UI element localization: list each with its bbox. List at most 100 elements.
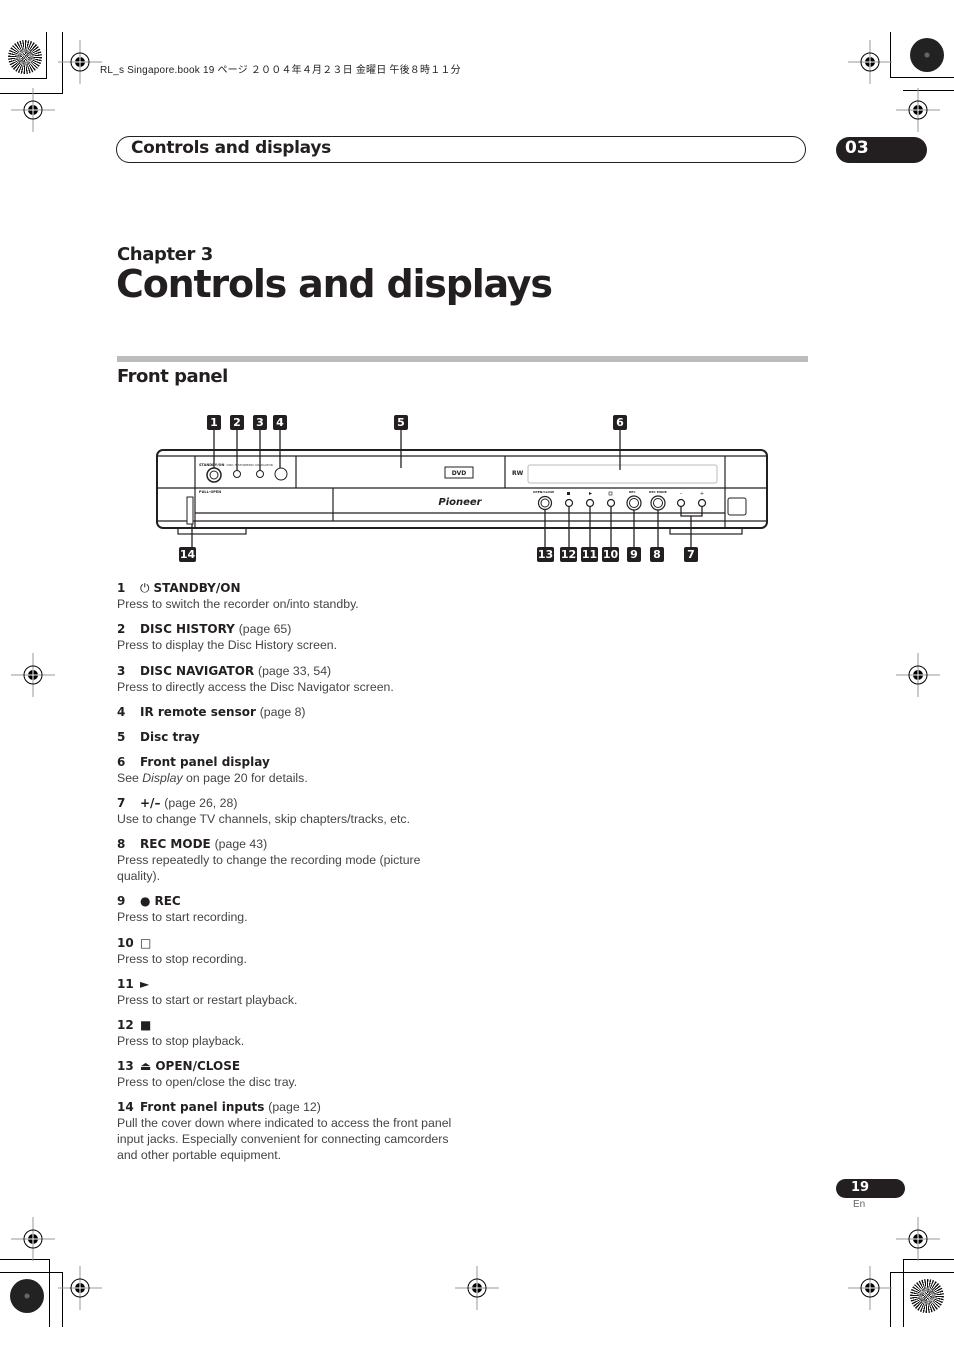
- registration-crosshair-icon: [848, 40, 892, 84]
- registration-crosshair-icon: [896, 653, 940, 697]
- item-name: REC: [154, 894, 181, 908]
- control-item: 8 REC MODE (page 43) Press repeatedly to …: [117, 836, 477, 884]
- item-number: 11: [117, 977, 134, 991]
- item-description: Pull the cover down where indicated to a…: [117, 1116, 452, 1162]
- item-number: 12: [117, 1018, 134, 1032]
- plus-button[interactable]: [697, 498, 707, 508]
- callout-10: 10: [602, 547, 619, 562]
- registration-crosshair-icon: [896, 88, 940, 132]
- callout-9: 9: [627, 547, 641, 562]
- item-description: Press to directly access the Disc Naviga…: [117, 680, 394, 694]
- control-item: 13 ⏏ OPEN/CLOSE Press to open/close the di…: [117, 1058, 477, 1090]
- item-number: 4: [117, 705, 126, 719]
- standby-label: STANDBY/ON: [199, 463, 224, 467]
- play-button[interactable]: [585, 498, 595, 508]
- item-name: DISC NAVIGATOR: [140, 664, 255, 678]
- control-item: 10 □ Press to stop recording.: [117, 935, 477, 967]
- registration-starburst-icon: [10, 1279, 44, 1313]
- page-number: 19: [851, 1180, 870, 1195]
- stop-record-icon: [608, 491, 613, 496]
- item-number: 7: [117, 796, 126, 810]
- item-number: 3: [117, 664, 126, 678]
- item-name: REC MODE: [140, 837, 211, 851]
- item-page-ref: (page 26, 28): [164, 796, 238, 810]
- control-item: 9 ● REC Press to start recording.: [117, 893, 477, 925]
- crop-mark: [890, 1272, 954, 1273]
- section-divider: [117, 356, 808, 362]
- registration-crosshair-icon: [58, 1266, 102, 1310]
- callout-1: 1: [207, 415, 221, 430]
- registration-crosshair-icon: [11, 653, 55, 697]
- stop-icon: ■: [140, 1018, 152, 1032]
- crop-mark: [0, 1272, 62, 1273]
- rw-logo-text: RW: [512, 470, 524, 477]
- item-number: 10: [117, 936, 134, 950]
- minus-button[interactable]: [676, 498, 686, 508]
- rec-label: REC: [629, 490, 636, 494]
- callout-14: 14: [179, 547, 196, 562]
- stop-record-icon: □: [140, 936, 152, 950]
- item-page-ref: (page 8): [259, 705, 306, 719]
- record-icon: ●: [140, 894, 151, 908]
- stop-icon: [567, 492, 570, 495]
- front-panel-diagram: DVD RW Pioneer STANDBY/ON DISC HISTORY D…: [150, 410, 780, 570]
- callout-11: 11: [581, 547, 598, 562]
- page-number-tab: 19: [836, 1179, 905, 1198]
- ir-sensor: [274, 467, 288, 481]
- callout-2: 2: [230, 415, 244, 430]
- disc-navigator-button[interactable]: [256, 470, 264, 478]
- control-item: 11 ► Press to start or restart playback.: [117, 976, 477, 1008]
- callout-5: 5: [394, 415, 408, 430]
- rec-mode-label: REC MODE: [649, 490, 667, 494]
- item-number: 8: [117, 837, 126, 851]
- item-number: 5: [117, 730, 126, 744]
- registration-crosshair-icon: [848, 1266, 892, 1310]
- control-item: 2 DISC HISTORY (page 65) Press to display…: [117, 621, 477, 653]
- control-item: 7 +/– (page 26, 28) Use to change TV chan…: [117, 795, 477, 827]
- chapter-number: 03: [845, 138, 869, 158]
- control-item: 14 Front panel inputs (page 12) Pull the …: [117, 1099, 477, 1163]
- open-close-label: OPEN/CLOSE: [533, 490, 554, 494]
- crop-mark: [46, 32, 47, 79]
- cross-reference: Display: [142, 771, 183, 785]
- crop-mark: [49, 1259, 50, 1327]
- registration-crosshair-icon: [896, 1217, 940, 1261]
- crop-mark: [0, 78, 46, 79]
- item-page-ref: (page 65): [238, 622, 292, 636]
- item-name: STANDBY/ON: [153, 581, 241, 595]
- chapter-title: Controls and displays: [116, 262, 553, 306]
- callout-12: 12: [560, 547, 577, 562]
- item-name: OPEN/CLOSE: [155, 1059, 241, 1073]
- item-name: IR remote sensor: [140, 705, 256, 719]
- item-description: Press to stop recording.: [117, 952, 247, 966]
- chapter-number-tab: 03: [836, 137, 927, 163]
- crop-mark: [890, 77, 954, 78]
- item-page-ref: (page 33, 54): [257, 664, 332, 678]
- callout-13: 13: [537, 547, 554, 562]
- stop-recording-button[interactable]: [606, 498, 616, 508]
- device-body: [156, 449, 768, 529]
- callout-4: 4: [273, 415, 287, 430]
- registration-starburst-icon: [910, 1279, 944, 1313]
- disc-history-button[interactable]: [233, 470, 241, 478]
- brand-logo: Pioneer: [438, 497, 482, 508]
- item-description: Press to switch the recorder on/into sta…: [117, 597, 359, 611]
- registration-starburst-icon: [8, 40, 42, 74]
- item-name: Front panel display: [140, 755, 270, 769]
- power-icon: ⏻: [140, 581, 150, 595]
- item-description: Press to start recording.: [117, 910, 248, 924]
- registration-crosshair-icon: [11, 1217, 55, 1261]
- item-description: Press to stop playback.: [117, 1034, 245, 1048]
- display-window: [527, 464, 718, 484]
- running-header: Controls and displays: [116, 136, 806, 163]
- item-name: DISC HISTORY: [140, 622, 235, 636]
- callout-8: 8: [650, 547, 664, 562]
- item-name: Disc tray: [140, 730, 200, 744]
- crop-mark: [903, 1259, 904, 1327]
- control-item: 12 ■ Press to stop playback.: [117, 1017, 477, 1049]
- dvd-logo-text: DVD: [452, 470, 467, 477]
- control-item: 5 Disc tray: [117, 729, 477, 745]
- stop-button[interactable]: [564, 498, 574, 508]
- play-icon: ►: [140, 977, 150, 991]
- item-name: Front panel inputs: [140, 1100, 265, 1114]
